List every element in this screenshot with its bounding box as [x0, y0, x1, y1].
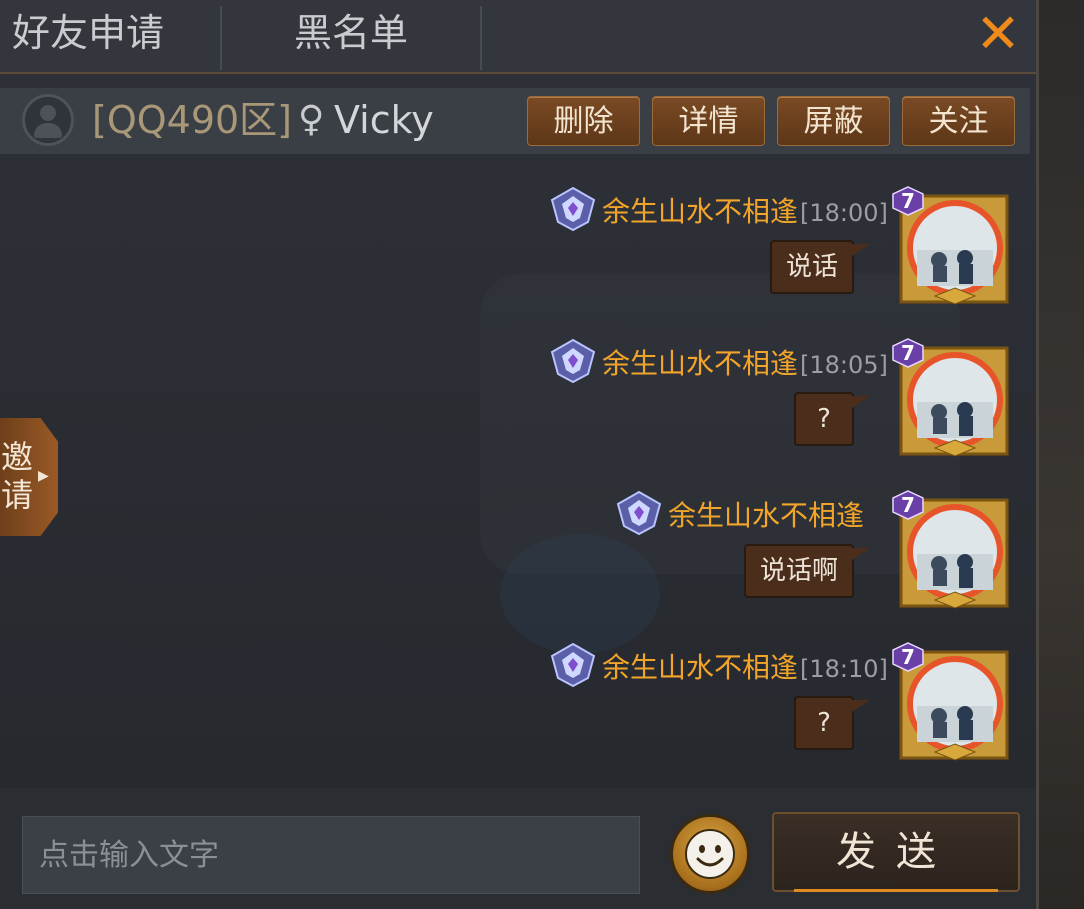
- delete-button[interactable]: 删除: [527, 96, 640, 146]
- message-input[interactable]: 点击输入文字: [22, 816, 640, 894]
- send-label: 发送: [836, 829, 956, 875]
- diamond-rank-badge-icon: [616, 490, 662, 536]
- chevron-right-icon: ▶: [38, 468, 49, 484]
- gender-female-icon: ♀: [298, 99, 325, 140]
- friend-name: Vicky: [334, 98, 434, 142]
- diamond-rank-badge-icon: [550, 642, 596, 688]
- message-bubble[interactable]: 说话啊: [744, 544, 870, 598]
- sender-name[interactable]: 余生山水不相逢: [602, 346, 798, 382]
- level-number: 7: [901, 645, 915, 669]
- follow-button[interactable]: 关注: [902, 96, 1015, 146]
- game-background: [1036, 0, 1084, 909]
- smiley-face-icon: [685, 829, 735, 879]
- background-decoration: [500, 534, 660, 654]
- close-icon[interactable]: ✕: [972, 7, 1024, 62]
- friend-header: [QQ490区] ♀ Vicky 删除 详情 屏蔽 关注: [0, 88, 1030, 154]
- details-button[interactable]: 详情: [652, 96, 765, 146]
- message-time: [18:10]: [800, 655, 888, 683]
- message-time: [18:00]: [800, 199, 888, 227]
- message-bubble[interactable]: 说话: [770, 240, 870, 294]
- message-bubble[interactable]: ?: [794, 696, 870, 750]
- diamond-rank-badge-icon: [550, 338, 596, 384]
- chat-message-area[interactable]: [0, 154, 1036, 788]
- tab-divider: [480, 6, 482, 70]
- button-glow: [794, 889, 998, 892]
- tab-blacklist[interactable]: 黑名单: [222, 0, 480, 72]
- invite-label: 邀请: [0, 438, 33, 514]
- tab-bar: 好友申请 黑名单 ✕: [0, 0, 1036, 74]
- chat-panel: 好友申请 黑名单 ✕ [QQ490区] ♀ Vicky 删除 详情 屏蔽 关注 …: [0, 0, 1036, 909]
- level-number: 7: [901, 189, 915, 213]
- emoji-button[interactable]: [670, 814, 750, 894]
- user-silhouette-icon[interactable]: [22, 94, 74, 146]
- level-number: 7: [901, 341, 915, 365]
- sender-name[interactable]: 余生山水不相逢: [602, 650, 798, 686]
- level-number: 7: [901, 493, 915, 517]
- sender-name[interactable]: 余生山水不相逢: [602, 194, 798, 230]
- block-button[interactable]: 屏蔽: [777, 96, 890, 146]
- send-button[interactable]: 发送: [772, 812, 1020, 892]
- friend-server: [QQ490区]: [92, 98, 293, 142]
- sender-name[interactable]: 余生山水不相逢: [668, 498, 864, 534]
- tab-friend-requests[interactable]: 好友申请: [0, 0, 220, 72]
- diamond-rank-badge-icon: [550, 186, 596, 232]
- message-bubble[interactable]: ?: [794, 392, 870, 446]
- message-time: [18:05]: [800, 351, 888, 379]
